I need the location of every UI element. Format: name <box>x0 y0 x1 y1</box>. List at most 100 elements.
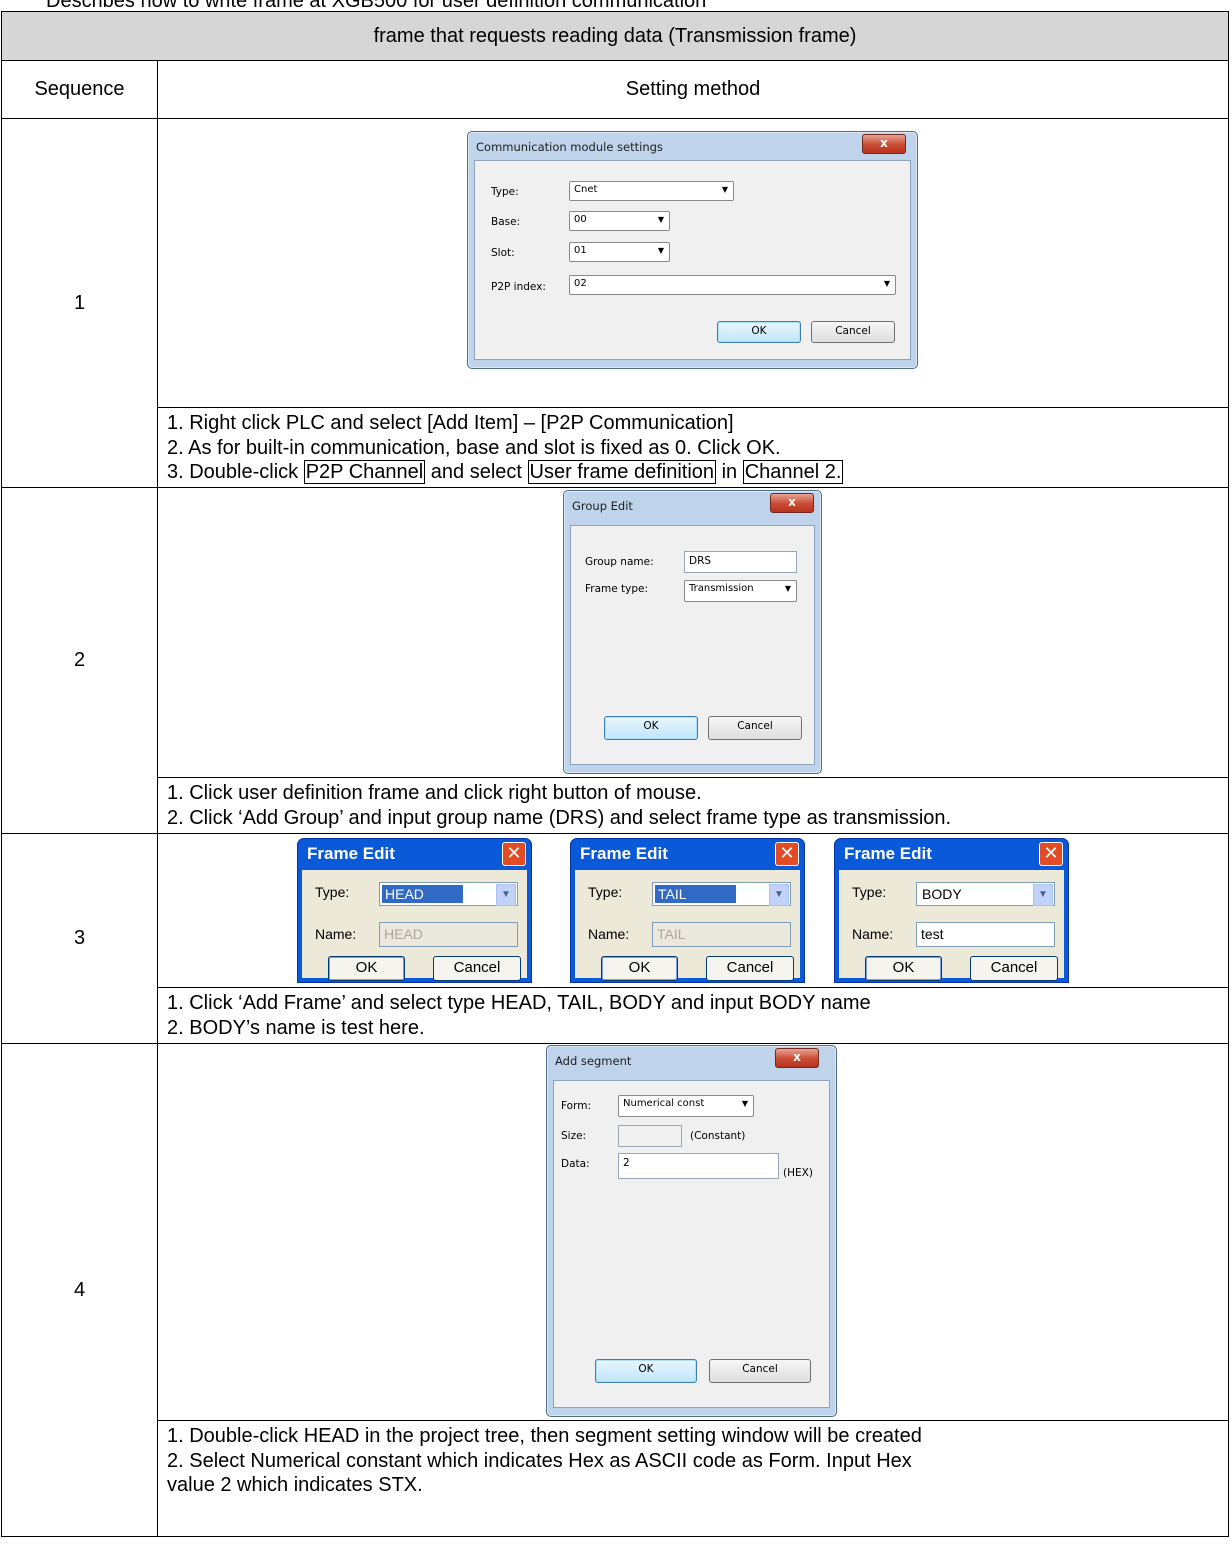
close-icon[interactable]: x <box>770 493 814 513</box>
frame-edit-dialog-tail: Frame Edit ✕ Type: TAIL ▼ Name: TAIL OK C… <box>570 838 805 983</box>
type-label: Type: <box>315 884 350 900</box>
type-value: Cnet <box>574 184 598 195</box>
frame-type-select[interactable]: Transmission ▼ <box>684 580 797 602</box>
chevron-down-icon[interactable]: ▼ <box>769 884 789 906</box>
cancel-button[interactable]: Cancel <box>706 956 794 981</box>
base-value: 00 <box>574 214 587 225</box>
dialog-body: Type: HEAD ▼ Name: HEAD OK Cancel <box>302 870 527 981</box>
ok-button[interactable]: OK <box>604 716 698 740</box>
description-line: 1. Click ‘Add Frame’ and select type HEA… <box>167 992 871 1014</box>
step-2-description: 1. Click user definition frame and click… <box>157 777 1229 834</box>
ok-button[interactable]: OK <box>717 321 801 343</box>
p2p-channel-highlight: P2P Channel <box>303 460 426 484</box>
name-input: HEAD <box>379 922 518 947</box>
description-line: 2. BODY’s name is test here. <box>167 1016 425 1039</box>
close-icon[interactable]: x <box>775 1048 819 1068</box>
chevron-down-icon[interactable]: ▼ <box>1033 884 1053 906</box>
type-select[interactable]: HEAD ▼ <box>379 882 518 906</box>
dialog-body: Type: BODY ▼ Name: test OK Cancel <box>839 870 1064 981</box>
dialog-title: Frame Edit <box>307 844 395 863</box>
chevron-down-icon[interactable]: ▼ <box>496 884 516 906</box>
cancel-button[interactable]: Cancel <box>708 716 802 740</box>
description-line: 1. Click user definition frame and click… <box>167 782 702 804</box>
cancel-button[interactable]: Cancel <box>811 321 895 343</box>
ok-button[interactable]: OK <box>865 956 942 981</box>
group-name-label: Group name: <box>585 556 654 568</box>
size-input <box>618 1125 682 1147</box>
step-1-description: 1. Right click PLC and select [Add Item]… <box>157 407 1229 488</box>
name-label: Name: <box>315 926 357 942</box>
step-4-description: 1. Double-click HEAD in the project tree… <box>157 1420 1229 1537</box>
type-value: HEAD <box>382 885 463 903</box>
description-line: 1. Right click PLC and select [Add Item]… <box>167 412 734 434</box>
name-value: HEAD <box>384 926 423 942</box>
table-title: frame that requests reading data (Transm… <box>1 11 1229 61</box>
step-4-screenshot: Add segment x Form: Numerical const ▼ Siz… <box>157 1043 1229 1421</box>
type-select[interactable]: BODY ▼ <box>916 882 1055 906</box>
p2p-index-select[interactable]: 02 ▼ <box>569 275 896 295</box>
name-input[interactable]: test <box>916 922 1055 947</box>
chevron-down-icon: ▼ <box>721 185 728 194</box>
step-3-description: 1. Click ‘Add Frame’ and select type HEA… <box>157 987 1229 1044</box>
description-line: value 2 which indicates STX. <box>167 1474 423 1496</box>
type-label: Type: <box>491 186 519 198</box>
channel-2-highlight: Channel 2. <box>742 460 844 484</box>
base-select[interactable]: 00 ▼ <box>569 211 670 231</box>
text-span: in <box>716 461 743 483</box>
size-label: Size: <box>561 1130 587 1142</box>
description-line: 2. Select Numerical constant which indic… <box>167 1449 912 1472</box>
frame-type-label: Frame type: <box>585 583 649 595</box>
user-frame-definition-highlight: User frame definition <box>527 460 717 484</box>
data-suffix: (HEX) <box>783 1167 813 1179</box>
base-label: Base: <box>491 216 521 228</box>
slot-label: Slot: <box>491 247 515 259</box>
group-name-input[interactable]: DRS <box>684 551 797 573</box>
data-value: 2 <box>623 1157 630 1169</box>
name-value: TAIL <box>657 926 686 942</box>
close-icon[interactable]: ✕ <box>775 842 799 866</box>
close-icon[interactable]: x <box>862 134 906 154</box>
frame-edit-dialog-head: Frame Edit ✕ Type: HEAD ▼ Name: HEAD OK C… <box>297 838 532 983</box>
setting-method-header: Setting method <box>157 60 1229 119</box>
step-number: 1 <box>1 118 158 488</box>
name-label: Name: <box>588 926 630 942</box>
close-icon[interactable]: ✕ <box>1039 842 1063 866</box>
data-input[interactable]: 2 <box>618 1153 779 1179</box>
step-number: 3 <box>1 833 158 1044</box>
form-select[interactable]: Numerical const ▼ <box>618 1095 754 1117</box>
close-icon[interactable]: ✕ <box>502 842 526 866</box>
cancel-button[interactable]: Cancel <box>970 956 1058 981</box>
type-select[interactable]: TAIL ▼ <box>652 882 791 906</box>
text-span: and select <box>425 461 528 483</box>
ok-button[interactable]: OK <box>328 956 405 981</box>
ok-button[interactable]: OK <box>595 1359 697 1383</box>
chevron-down-icon: ▼ <box>883 279 890 288</box>
size-suffix: (Constant) <box>690 1130 746 1142</box>
chevron-down-icon: ▼ <box>784 584 791 593</box>
type-label: Type: <box>852 884 887 900</box>
step-1-screenshot: Communication module settings x Type: Cn… <box>157 118 1229 408</box>
dialog-body: Type: TAIL ▼ Name: TAIL OK Cancel <box>575 870 800 981</box>
frame-edit-dialog-body: Frame Edit ✕ Type: BODY ▼ Name: test OK C… <box>834 838 1069 983</box>
type-select[interactable]: Cnet ▼ <box>569 181 734 201</box>
cancel-button[interactable]: Cancel <box>709 1359 811 1383</box>
step-number: 2 <box>1 487 158 834</box>
description-line: 2. As for built-in communication, base a… <box>167 436 781 459</box>
frame-type-value: Transmission <box>689 583 754 594</box>
sequence-header: Sequence <box>1 60 158 119</box>
p2p-index-value: 02 <box>574 278 587 289</box>
description-line: 3. Double-click P2P Channel and select U… <box>167 460 1228 485</box>
group-edit-dialog: Group Edit x Group name: DRS Frame type:… <box>563 490 822 774</box>
dialog-body: Group name: DRS Frame type: Transmission… <box>570 525 815 765</box>
description-line: 1. Double-click HEAD in the project tree… <box>167 1425 922 1447</box>
dialog-title: Frame Edit <box>844 844 932 863</box>
step-2-screenshot: Group Edit x Group name: DRS Frame type:… <box>157 487 1229 778</box>
slot-select[interactable]: 01 ▼ <box>569 242 670 262</box>
ok-button[interactable]: OK <box>601 956 678 981</box>
p2p-index-label: P2P index: <box>491 281 546 293</box>
cancel-button[interactable]: Cancel <box>433 956 521 981</box>
type-label: Type: <box>588 884 623 900</box>
dialog-title: Communication module settings <box>476 140 663 154</box>
step-3-screenshot: Frame Edit ✕ Type: HEAD ▼ Name: HEAD OK C… <box>157 833 1229 988</box>
chevron-down-icon: ▼ <box>741 1099 748 1108</box>
